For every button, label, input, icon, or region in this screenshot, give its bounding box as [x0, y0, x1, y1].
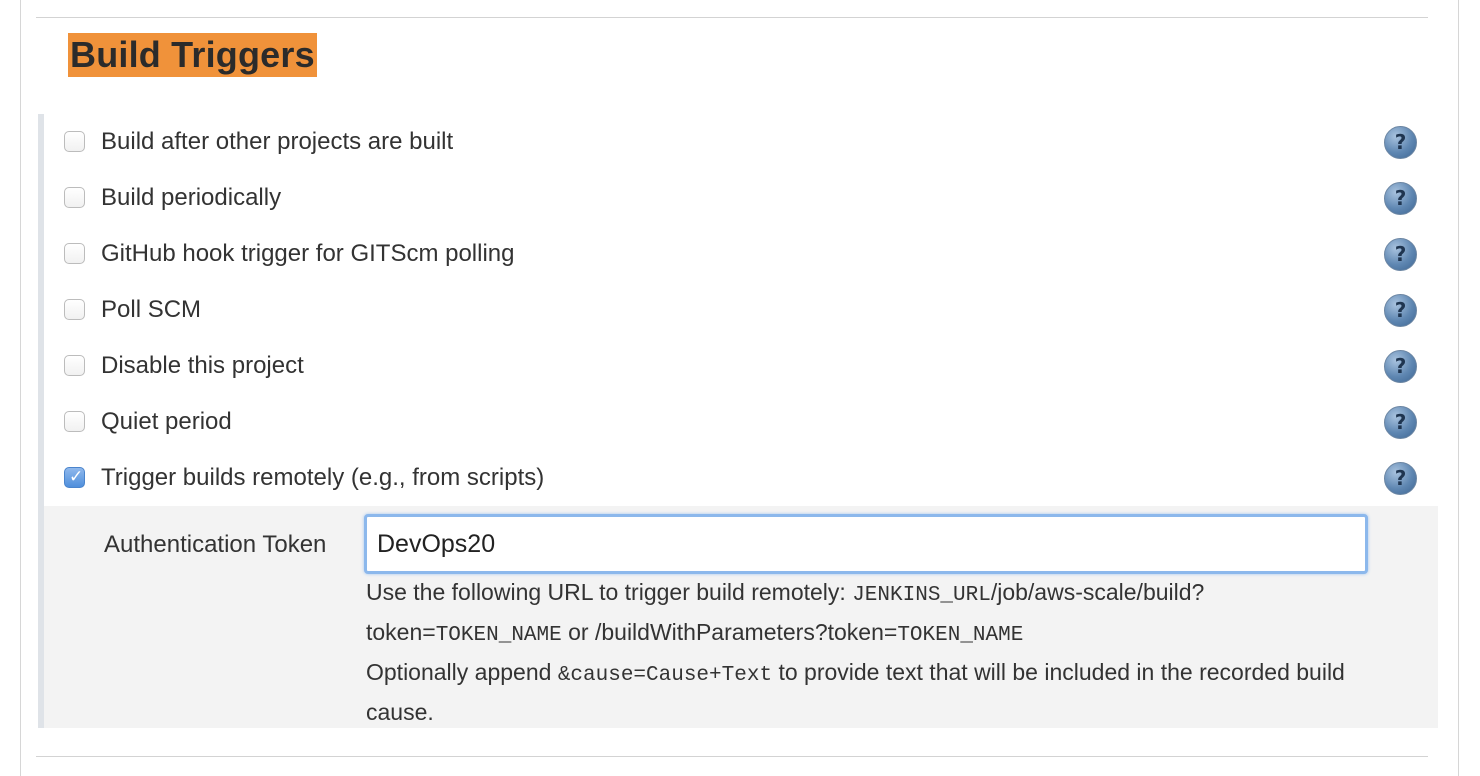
- trigger-option-build-periodically[interactable]: Build periodically: [64, 178, 1424, 218]
- page: Build Triggers Build after other project…: [0, 0, 1480, 776]
- checkbox[interactable]: [64, 411, 85, 432]
- question-circle-icon[interactable]: [1384, 294, 1417, 327]
- trigger-option-github-hook[interactable]: GitHub hook trigger for GITScm polling: [64, 234, 1424, 274]
- authentication-token-label: Authentication Token: [104, 531, 327, 558]
- question-circle-icon[interactable]: [1384, 350, 1417, 383]
- trigger-option-poll-scm[interactable]: Poll SCM: [64, 290, 1424, 330]
- checkbox[interactable]: [64, 187, 85, 208]
- trigger-option-label[interactable]: Build after other projects are built: [101, 122, 453, 162]
- checkbox[interactable]: [64, 355, 85, 376]
- trigger-option-label[interactable]: Trigger builds remotely (e.g., from scri…: [101, 458, 544, 498]
- authentication-token-input[interactable]: [364, 514, 1368, 574]
- trigger-option-label[interactable]: Poll SCM: [101, 290, 201, 330]
- help-text-fragment: or /buildWithParameters?token=: [561, 619, 898, 645]
- help-text-fragment: token=: [366, 619, 436, 645]
- section-divider-top: [36, 17, 1428, 18]
- help-code-jenkins-url: JENKINS_URL: [852, 584, 991, 607]
- help-code-token-name: TOKEN_NAME: [435, 624, 562, 647]
- help-code-cause-param: &cause=Cause+Text: [557, 664, 773, 687]
- trigger-option-label[interactable]: GitHub hook trigger for GITScm polling: [101, 234, 515, 274]
- help-code-token-name: TOKEN_NAME: [897, 624, 1024, 647]
- trigger-option-label[interactable]: Quiet period: [101, 402, 232, 442]
- help-text-fragment: /job/aws-scale/build?: [990, 579, 1205, 605]
- question-circle-icon[interactable]: [1384, 406, 1417, 439]
- trigger-option-disable-project[interactable]: Disable this project: [64, 346, 1424, 386]
- question-circle-icon[interactable]: [1384, 462, 1417, 495]
- section-divider-bottom: [36, 756, 1428, 757]
- checkbox[interactable]: [64, 243, 85, 264]
- checkbox-checked[interactable]: ✓: [64, 467, 85, 488]
- question-circle-icon[interactable]: [1384, 182, 1417, 215]
- question-circle-icon[interactable]: [1384, 238, 1417, 271]
- trigger-option-quiet-period[interactable]: Quiet period: [64, 402, 1424, 442]
- remote-trigger-help-text: Use the following URL to trigger build r…: [366, 574, 1356, 730]
- help-text-fragment: Use the following URL to trigger build r…: [366, 579, 853, 605]
- help-text-fragment: Optionally append: [366, 659, 558, 685]
- question-circle-icon[interactable]: [1384, 126, 1417, 159]
- trigger-option-build-after-other-projects[interactable]: Build after other projects are built: [64, 122, 1424, 162]
- trigger-option-trigger-remotely[interactable]: ✓ Trigger builds remotely (e.g., from sc…: [64, 458, 1424, 498]
- checkbox[interactable]: [64, 131, 85, 152]
- section-title: Build Triggers: [68, 33, 317, 77]
- trigger-option-label[interactable]: Disable this project: [101, 346, 304, 386]
- checkbox[interactable]: [64, 299, 85, 320]
- trigger-option-label[interactable]: Build periodically: [101, 178, 281, 218]
- checkmark-icon: ✓: [69, 467, 84, 487]
